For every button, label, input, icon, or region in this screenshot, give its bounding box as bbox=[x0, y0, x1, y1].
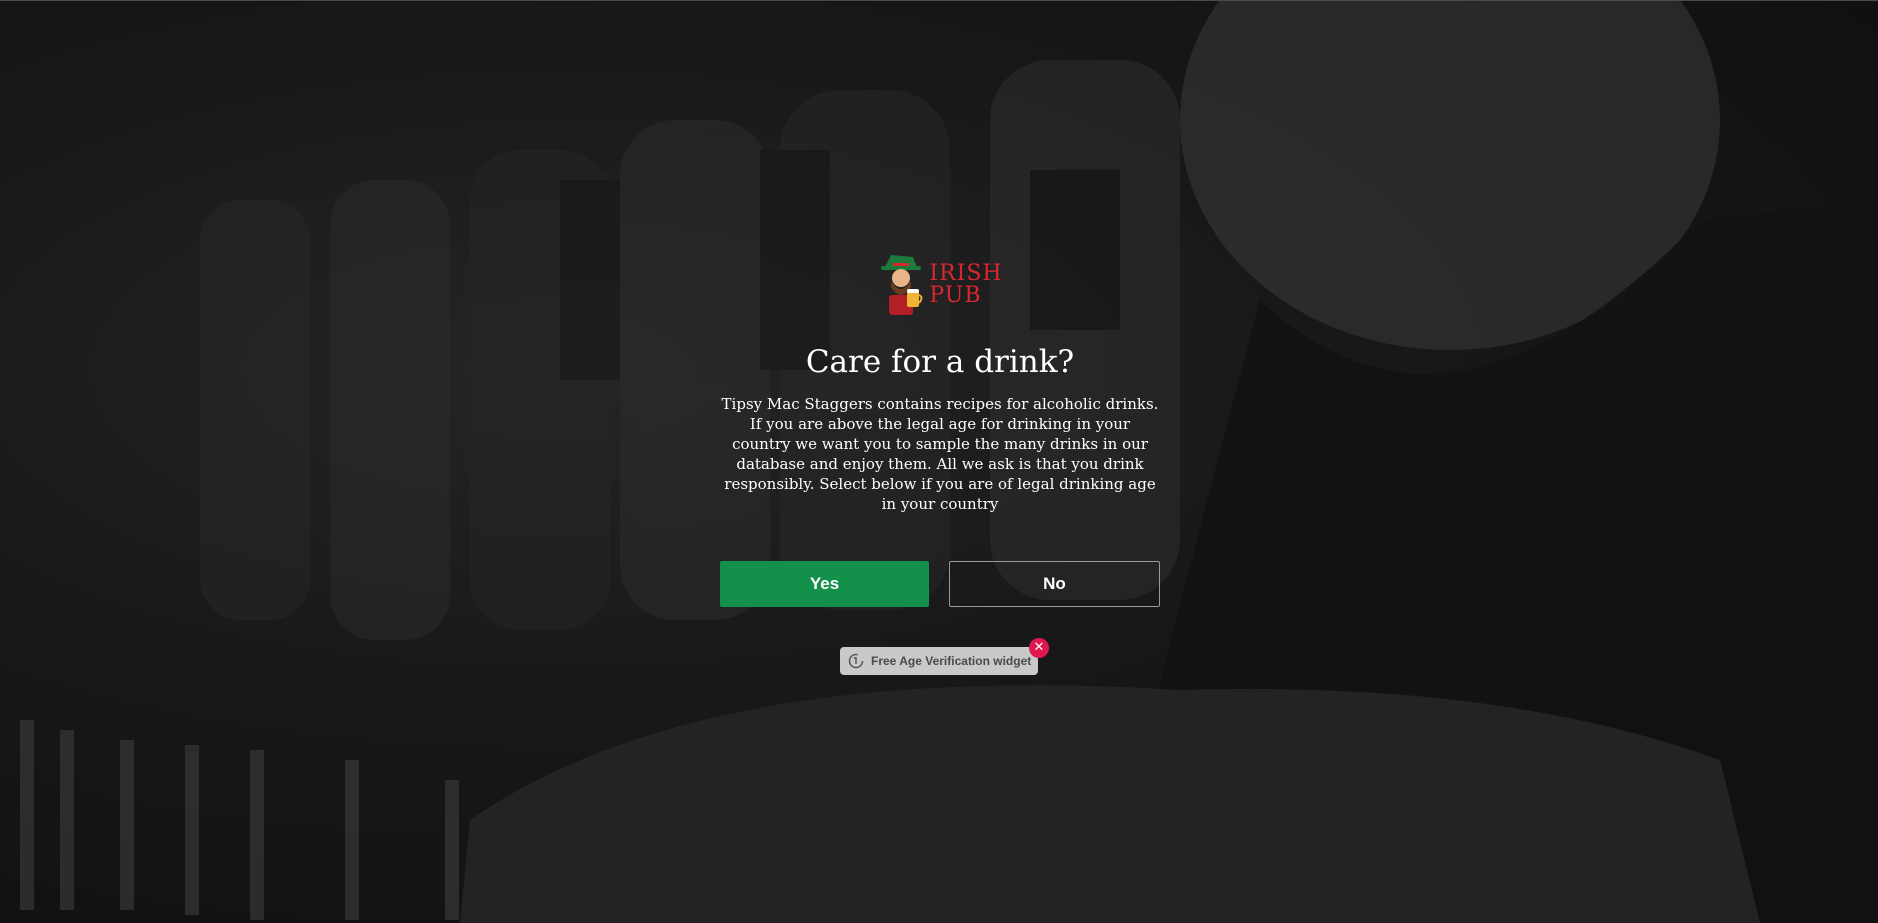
button-row: Yes No bbox=[720, 561, 1160, 607]
age-gate-page: IRISH PUB Care for a drink? Tipsy Mac St… bbox=[0, 0, 1878, 923]
no-button[interactable]: No bbox=[949, 561, 1160, 607]
age-verification-icon bbox=[848, 653, 864, 669]
modal-description: Tipsy Mac Staggers contains recipes for … bbox=[721, 395, 1159, 513]
modal-title: Care for a drink? bbox=[805, 344, 1075, 380]
logo-line-1: IRISH bbox=[929, 261, 1003, 286]
logo-line-2: PUB bbox=[929, 283, 982, 308]
age-verification-widget-badge[interactable]: Free Age Verification widget bbox=[840, 647, 1038, 675]
yes-button[interactable]: Yes bbox=[720, 561, 929, 607]
top-border bbox=[0, 0, 1878, 1]
age-verification-modal: IRISH PUB Care for a drink? Tipsy Mac St… bbox=[720, 250, 1160, 607]
close-icon[interactable]: ✕ bbox=[1029, 638, 1049, 658]
pub-logo: IRISH PUB bbox=[877, 250, 1002, 320]
leprechaun-beer-icon bbox=[877, 251, 925, 319]
logo-text: IRISH PUB bbox=[929, 263, 1002, 307]
widget-label: Free Age Verification widget bbox=[871, 654, 1032, 668]
